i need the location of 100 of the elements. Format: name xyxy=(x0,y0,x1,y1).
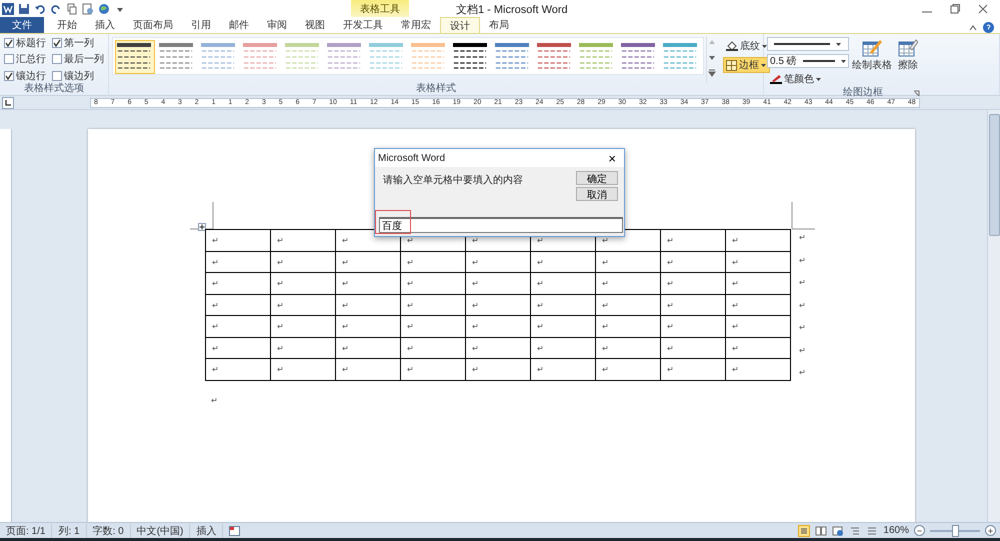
ribbon-tab[interactable]: 页面布局 xyxy=(124,17,182,33)
outline-view-icon[interactable] xyxy=(849,524,862,536)
row-end-mark: ↵ xyxy=(799,367,806,379)
paragraph-mark: ↵ xyxy=(602,322,609,331)
paragraph-mark: ↵ xyxy=(602,300,609,310)
line-weight-dropdown[interactable]: 0.5 磅 xyxy=(767,54,849,68)
zoom-out-button[interactable]: − xyxy=(914,525,925,536)
row-end-mark: ↵ xyxy=(799,300,806,312)
ok-button[interactable]: 确定 xyxy=(576,171,618,185)
paragraph-mark: ↵ xyxy=(407,322,414,331)
zoom-in-button[interactable]: + xyxy=(985,525,996,536)
option-checkbox[interactable]: 镶边列 xyxy=(52,68,104,83)
border-grid-icon xyxy=(726,60,737,70)
paragraph-mark: ↵ xyxy=(342,258,349,266)
vertical-scrollbar[interactable] xyxy=(987,110,1000,522)
window-title: 文档1 - Microsoft Word xyxy=(456,2,568,17)
draw-table-button[interactable]: 绘制表格 xyxy=(849,36,895,87)
redo-icon[interactable] xyxy=(50,2,62,14)
paragraph-mark: ↵ xyxy=(602,344,609,352)
check-icon xyxy=(53,39,61,48)
globe-icon[interactable] xyxy=(98,2,110,14)
option-checkbox[interactable]: 第一列 xyxy=(52,36,104,50)
ribbon-tab[interactable]: 常用宏 xyxy=(392,17,440,33)
paragraph-mark: ↵ xyxy=(342,300,349,310)
row-end-mark: ↵ xyxy=(799,344,806,356)
macro-record-icon[interactable] xyxy=(229,526,240,536)
input-field[interactable]: 百度 xyxy=(379,217,623,233)
dialog-close-button[interactable]: × xyxy=(600,150,624,166)
ribbon-tab[interactable]: 布局 xyxy=(480,17,518,33)
shading-button[interactable]: 底纹 xyxy=(723,38,770,54)
paragraph-mark: ↵ xyxy=(211,395,218,407)
web-layout-icon[interactable] xyxy=(832,524,844,536)
paragraph-mark: ↵ xyxy=(602,236,609,245)
option-checkbox[interactable]: 最后一列 xyxy=(52,52,104,67)
paragraph-mark: ↵ xyxy=(537,365,544,374)
table-move-handle-icon[interactable] xyxy=(198,223,206,231)
draft-view-icon[interactable] xyxy=(866,524,878,536)
line-style-dropdown[interactable] xyxy=(767,37,849,51)
close-icon[interactable] xyxy=(978,4,988,14)
collapse-ribbon-icon[interactable] xyxy=(969,24,977,30)
paragraph-mark: ↵ xyxy=(212,279,219,288)
paragraph-mark: ↵ xyxy=(212,258,219,266)
option-checkbox[interactable]: 汇总行 xyxy=(4,52,46,67)
zoom-percent[interactable]: 160% xyxy=(883,525,909,536)
paragraph-mark: ↵ xyxy=(667,344,674,352)
paragraph-mark: ↵ xyxy=(212,344,219,352)
undo-icon[interactable] xyxy=(34,2,46,14)
caret-icon[interactable] xyxy=(762,44,767,48)
paragraph-mark: ↵ xyxy=(602,258,609,266)
paragraph-mark: ↵ xyxy=(407,236,414,245)
ribbon-tab[interactable]: 审阅 xyxy=(258,17,296,33)
dialog-launcher-icon[interactable] xyxy=(913,90,920,96)
paragraph-mark: ↵ xyxy=(472,258,479,266)
option-checkbox[interactable]: 标题行 xyxy=(4,36,46,50)
ribbon-tab[interactable]: 引用 xyxy=(182,17,220,33)
check-icon xyxy=(5,72,13,80)
paragraph-mark: ↵ xyxy=(537,322,544,331)
print-layout-icon[interactable] xyxy=(798,524,810,536)
ribbon-tab[interactable]: 文件 xyxy=(0,17,44,33)
reading-view-icon[interactable] xyxy=(815,524,828,536)
cancel-button[interactable]: 取消 xyxy=(576,187,618,201)
ribbon-tab[interactable]: 设计 xyxy=(440,17,480,33)
paragraph-mark: ↵ xyxy=(537,236,544,245)
caret-icon[interactable] xyxy=(761,64,766,66)
paragraph-mark: ↵ xyxy=(342,365,349,374)
paint-bucket-icon xyxy=(726,41,738,51)
caret-icon[interactable] xyxy=(816,78,821,80)
tab-selector-icon[interactable] xyxy=(2,96,14,108)
save-icon[interactable] xyxy=(18,2,30,14)
copy-icon[interactable] xyxy=(66,2,78,14)
restore-icon[interactable] xyxy=(950,4,960,14)
paragraph-mark: ↵ xyxy=(277,344,284,352)
paragraph-mark: ↵ xyxy=(277,365,284,374)
line-sample-icon xyxy=(800,60,837,62)
paragraph-mark: ↵ xyxy=(342,322,349,331)
print-preview-icon[interactable] xyxy=(82,2,94,14)
paragraph-mark: ↵ xyxy=(472,236,479,245)
pen-color-button[interactable]: 笔颜色 xyxy=(767,71,849,87)
caret-icon[interactable] xyxy=(840,60,846,62)
borders-button[interactable]: 边框 xyxy=(723,57,770,73)
ribbon-tab[interactable]: 视图 xyxy=(296,17,334,33)
table-style-thumbnail[interactable] xyxy=(115,40,155,74)
ribbon-tab[interactable]: 邮件 xyxy=(220,17,258,33)
paragraph-mark: ↵ xyxy=(342,279,349,288)
eraser-button[interactable]: 擦除 xyxy=(895,36,921,87)
word-icon[interactable] xyxy=(2,2,14,14)
paragraph-mark: ↵ xyxy=(472,365,479,374)
pen-icon xyxy=(770,74,782,84)
paragraph-mark: ↵ xyxy=(537,300,544,310)
ribbon-tab[interactable]: 插入 xyxy=(86,17,124,33)
scroll-thumb[interactable] xyxy=(988,114,1000,236)
paragraph-mark: ↵ xyxy=(667,236,674,245)
caret-icon[interactable] xyxy=(836,42,841,46)
help-icon[interactable] xyxy=(983,22,994,33)
ribbon-tab[interactable]: 开始 xyxy=(48,17,86,33)
ribbon-tab[interactable]: 开发工具 xyxy=(334,17,392,33)
zoom-slider-thumb[interactable] xyxy=(952,524,959,536)
option-checkbox[interactable]: 镶边行 xyxy=(4,68,46,83)
paragraph-mark: ↵ xyxy=(212,322,219,331)
pencil-grid-icon xyxy=(862,38,882,58)
